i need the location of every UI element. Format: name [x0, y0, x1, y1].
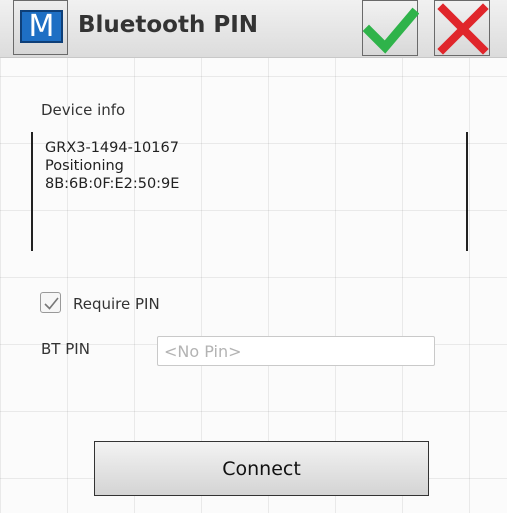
- page-title: Bluetooth PIN: [78, 12, 259, 38]
- require-pin-checkbox[interactable]: [40, 292, 61, 313]
- app-logo: M: [13, 0, 68, 55]
- bt-pin-label: BT PIN: [41, 340, 90, 358]
- connect-button[interactable]: Connect: [94, 441, 429, 496]
- logo-letter: M: [20, 10, 63, 43]
- close-icon: [437, 3, 489, 55]
- device-info-label: Device info: [41, 101, 126, 119]
- device-type: Positioning: [45, 158, 124, 174]
- bt-pin-input[interactable]: [157, 336, 435, 366]
- title-bar: M Bluetooth PIN: [0, 0, 507, 58]
- checkbox-check-icon: [44, 297, 59, 310]
- device-address: 8B:6B:0F:E2:50:9E: [45, 176, 180, 192]
- cancel-button[interactable]: [434, 0, 490, 56]
- checkmark-icon: [363, 7, 419, 54]
- dialog-page: M Bluetooth PIN Device info GRX3-1494-10…: [0, 0, 507, 513]
- ok-button[interactable]: [362, 0, 419, 56]
- device-name: GRX3-1494-10167: [45, 140, 179, 156]
- device-info-box: GRX3-1494-10167 Positioning 8B:6B:0F:E2:…: [31, 132, 468, 251]
- require-pin-label: Require PIN: [73, 295, 160, 313]
